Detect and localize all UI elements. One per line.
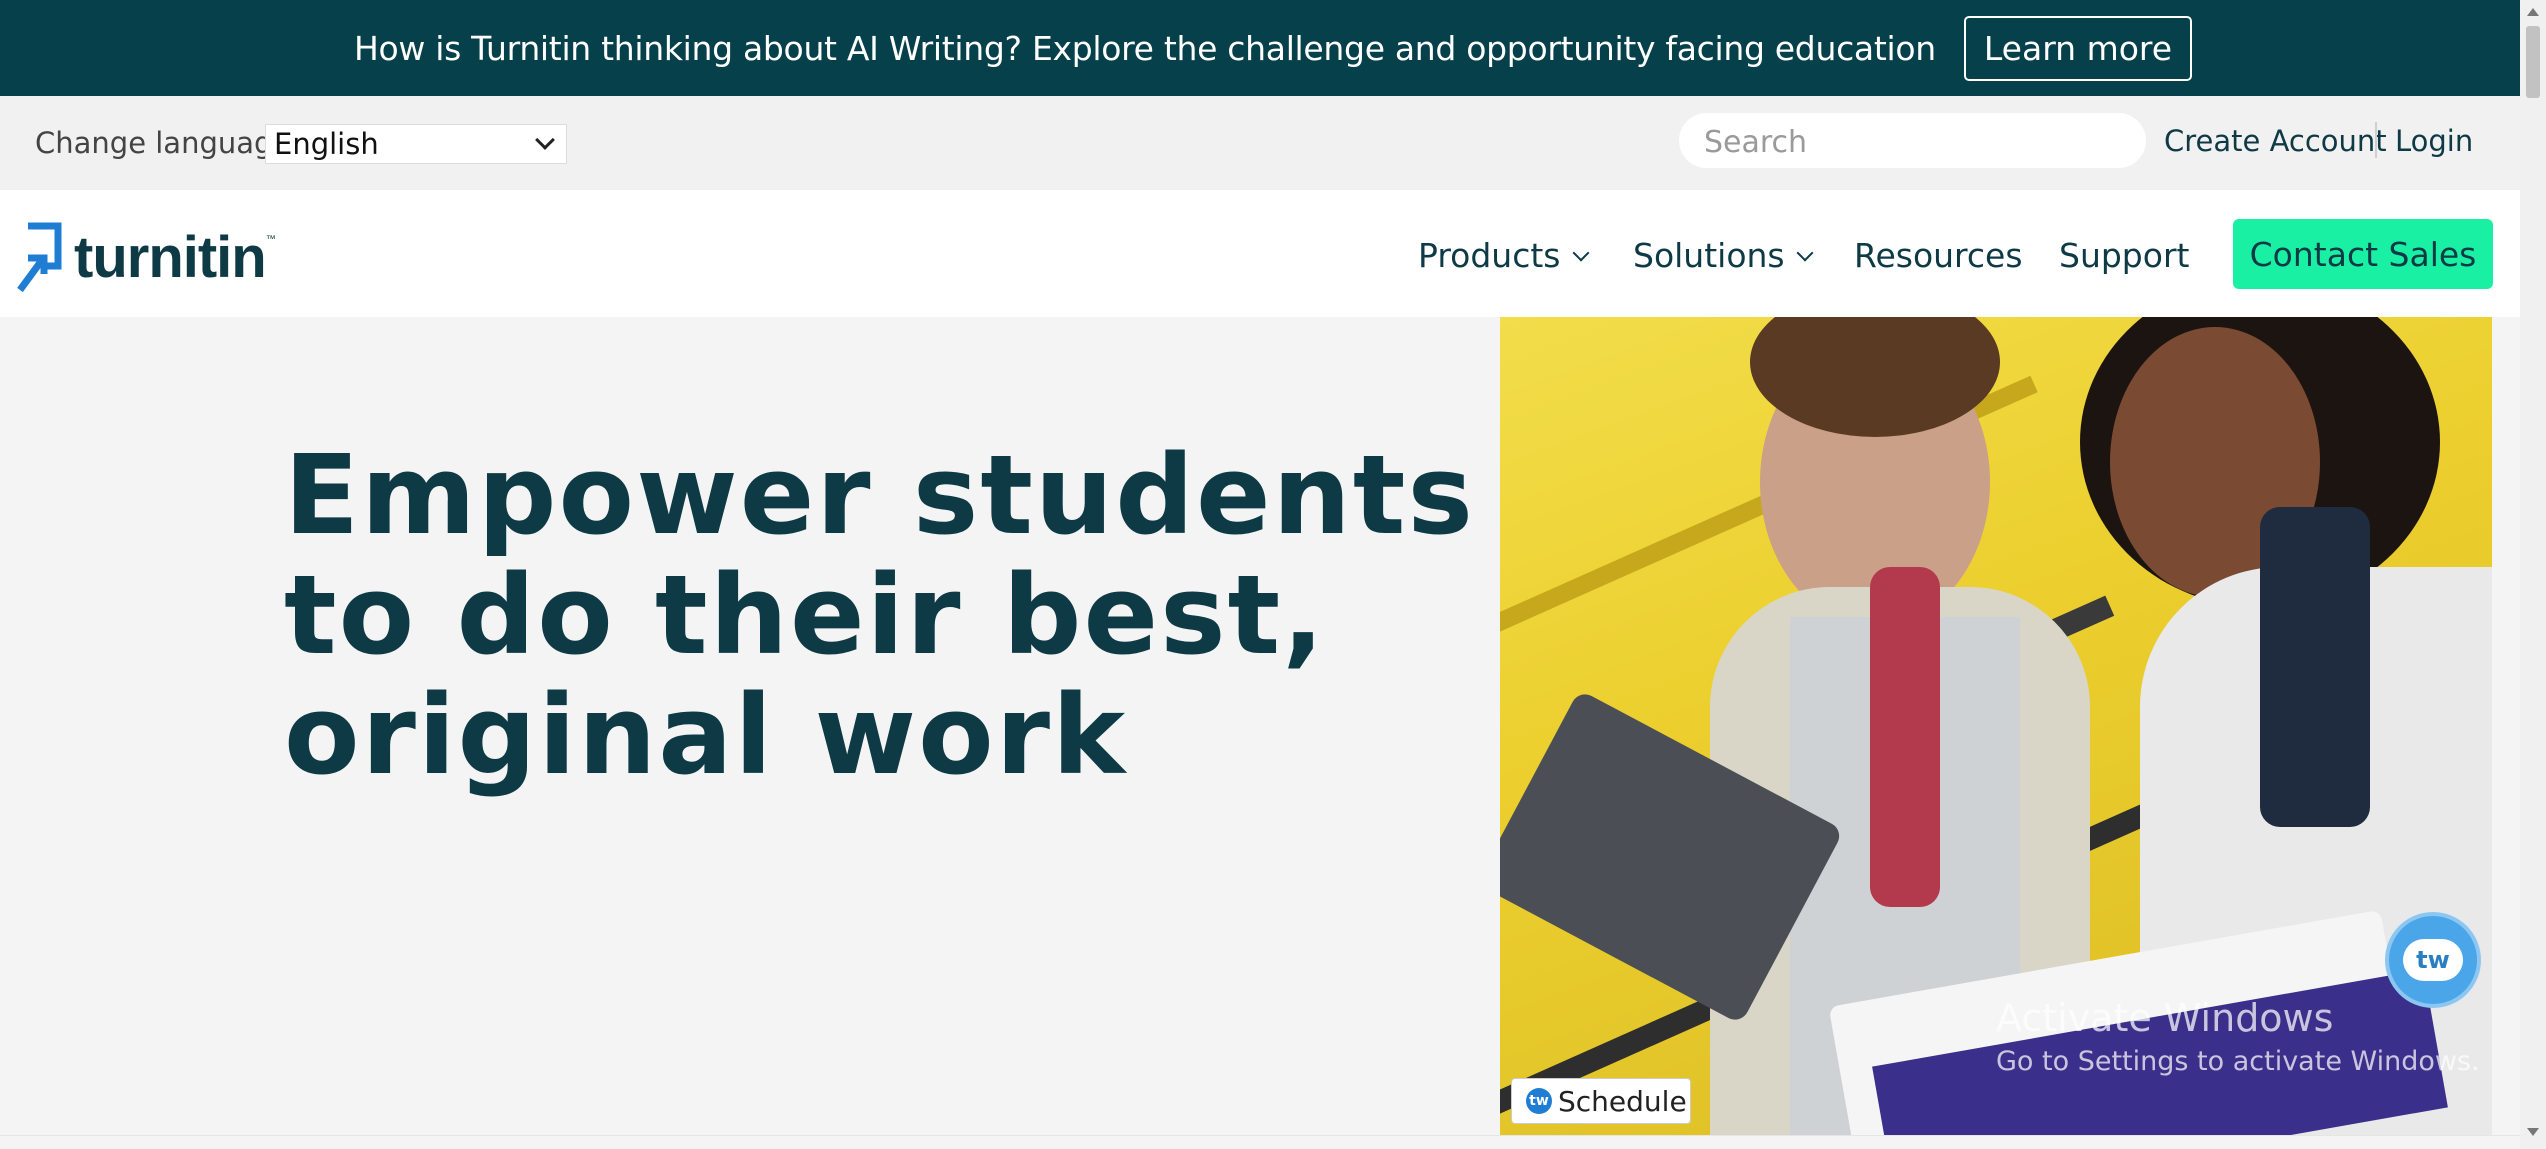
hero-title: Empower students to do their best, origi… [284, 435, 1484, 795]
chevron-down-icon [1796, 244, 1814, 261]
search-input[interactable]: Search [1679, 113, 2146, 168]
learn-more-button[interactable]: Learn more [1963, 15, 2193, 81]
hero-title-line: Empower students [284, 431, 1475, 559]
windows-activation-watermark: Activate Windows Go to Settings to activ… [1996, 996, 2480, 1077]
scroll-down-arrow-icon[interactable] [2527, 1128, 2539, 1136]
chevron-down-icon [1572, 244, 1589, 261]
create-account-link[interactable]: Create Account [2164, 124, 2387, 158]
nav-support-label: Support [2059, 236, 2190, 275]
hero-title-line: original work [284, 671, 1128, 799]
tw-badge-icon: tw [1526, 1088, 1552, 1114]
language-select[interactable]: English [265, 124, 567, 164]
schedule-label: Schedule [1558, 1084, 1687, 1118]
watermark-title: Activate Windows [1996, 996, 2334, 1040]
contact-sales-button[interactable]: Contact Sales [2233, 219, 2493, 289]
chat-bubble-icon: tw [2403, 939, 2463, 981]
nav-solutions[interactable]: Solutions [1633, 236, 1814, 275]
main-nav: turnitin ™ Products Solutions Resources … [0, 190, 2520, 317]
logo-trademark: ™ [265, 233, 276, 245]
nav-support[interactable]: Support [2059, 236, 2189, 275]
nav-products-label: Products [1418, 236, 1561, 275]
login-link[interactable]: Login [2395, 124, 2473, 158]
announcement-text: How is Turnitin thinking about AI Writin… [353, 28, 1936, 68]
utility-divider [2375, 122, 2377, 158]
page-bottom-edge [0, 1135, 2520, 1149]
language-label: Change language [35, 126, 291, 160]
hero-title-line: to do their best, [284, 551, 1326, 679]
utility-bar: Change language English Search Create Ac… [0, 96, 2520, 190]
schedule-button[interactable]: tw Schedule [1511, 1078, 1691, 1124]
logo-wordmark: turnitin [74, 224, 267, 290]
watermark-subtitle: Go to Settings to activate Windows. [1996, 1046, 2480, 1077]
scroll-thumb[interactable] [2526, 26, 2540, 98]
scroll-up-arrow-icon[interactable] [2527, 8, 2539, 16]
chevron-down-icon [535, 130, 555, 150]
nav-solutions-label: Solutions [1633, 236, 1785, 275]
announcement-bar: How is Turnitin thinking about AI Writin… [0, 0, 2546, 96]
nav-products[interactable]: Products [1418, 236, 1589, 275]
nav-resources-label: Resources [1854, 236, 2023, 275]
turnitin-logo-icon [17, 222, 62, 293]
chat-widget-button[interactable]: tw [2385, 912, 2481, 1008]
language-selected-value: English [274, 127, 379, 161]
nav-resources[interactable]: Resources [1854, 236, 2023, 275]
turnitin-logo[interactable]: turnitin ™ [14, 220, 276, 294]
page-scrollbar[interactable] [2520, 0, 2546, 1149]
